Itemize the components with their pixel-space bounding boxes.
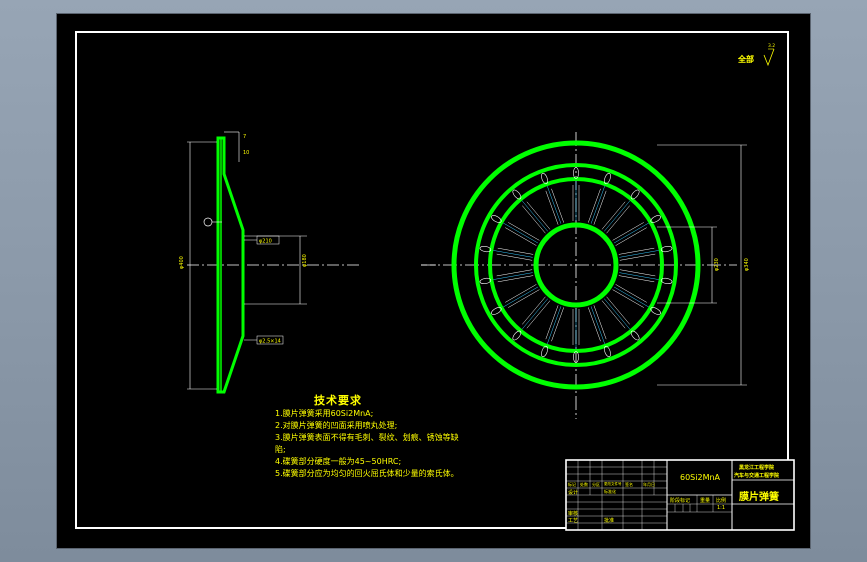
finger-slot-end xyxy=(650,215,661,223)
finger-slot-centerline xyxy=(619,272,659,280)
finger-slot-edge xyxy=(551,188,565,223)
finger-slot-edge xyxy=(497,275,534,283)
finger-slot-edge xyxy=(619,253,656,261)
finger-slot-end xyxy=(491,215,502,223)
finger-slot-edge xyxy=(593,190,607,225)
dim-label: φ340 xyxy=(744,258,750,271)
tb-weight-label: 重量 xyxy=(700,498,711,504)
tb-school-line2: 汽车与交通工程学院 xyxy=(734,473,780,479)
callout-label: φ210 xyxy=(259,239,272,245)
tb-school-line1: 黑龙江工程学院 xyxy=(739,465,775,471)
tb-material: 60Si2MnA xyxy=(680,473,721,482)
finger-slot-centerline xyxy=(619,250,659,258)
roughness-symbol xyxy=(763,48,775,67)
tb-part-name: 膜片弹簧 xyxy=(739,492,779,503)
finger-slot-edge xyxy=(618,275,655,283)
finger-slot-centerline xyxy=(590,185,605,224)
finger-slot-edge xyxy=(508,222,540,241)
tb-process-label: 工艺 xyxy=(568,518,579,524)
finger-slot-edge xyxy=(619,269,656,277)
tech-requirement-line-5: 4.碟簧部分硬度一般为45~50HRC; xyxy=(275,457,402,466)
tb-count-label: 处数 xyxy=(580,482,588,487)
front-view: φ230 φ340 xyxy=(421,132,750,419)
finger-slot-edge xyxy=(587,188,601,223)
callout-label: φ2.5×14 xyxy=(259,339,281,345)
finger-slot-end xyxy=(604,173,611,185)
finger-slot-edge xyxy=(545,305,559,340)
finger-slot-edge xyxy=(505,284,537,303)
datum-marker xyxy=(203,217,213,227)
finger-slot-end xyxy=(630,330,640,341)
finger-slot-end xyxy=(630,189,640,200)
finger-slot-edge xyxy=(615,284,647,303)
finger-slot-edge xyxy=(612,222,644,241)
tb-change-doc-label: 更改文件号 xyxy=(604,482,622,486)
dim-label: 7 xyxy=(243,134,246,140)
finger-slot-edge xyxy=(551,307,565,342)
finger-slot-centerline xyxy=(503,222,539,244)
dim-label: φ180 xyxy=(302,254,308,267)
dim-label: φ400 xyxy=(179,256,185,269)
finger-slot-end xyxy=(491,307,502,315)
tech-requirement-line-3: 3.膜片弹簧表面不得有毛刺、裂纹、划痕、锈蚀等缺 xyxy=(275,433,459,442)
tech-requirement-line-1: 1.膜片弹簧采用60Si2MnA; xyxy=(275,409,374,418)
drawing-sheet: φ400 7 10 φ180 φ210 φ2.5×14 φ230 φ340 3.… xyxy=(56,13,811,549)
dim-label: φ230 xyxy=(714,258,720,271)
finger-slot-edge xyxy=(612,289,644,308)
finger-slot-edge xyxy=(496,269,533,277)
finger-slot-end xyxy=(541,345,548,357)
tech-requirement-line-6: 5.碟簧部分应为均匀的回火屈氏体和少量的索氏体。 xyxy=(275,469,459,478)
finger-slot-centerline xyxy=(613,286,649,308)
finger-slot-centerline xyxy=(493,272,533,280)
finger-slot-end xyxy=(512,330,522,341)
finger-slot-centerline xyxy=(493,250,533,258)
finger-slot-centerline xyxy=(503,286,539,308)
tb-sign-label: 签名 xyxy=(625,482,633,487)
tb-design-label: 设计 xyxy=(568,490,579,496)
tb-date-label: 年月日 xyxy=(643,482,655,487)
finger-slot-edge xyxy=(508,289,540,308)
tb-scale-label: 比例 xyxy=(716,498,727,504)
finger-slot-edge xyxy=(545,190,559,225)
dim-label: 10 xyxy=(243,150,249,156)
tech-requirement-line-2: 2.对膜片弹簧的凹面采用喷丸处理; xyxy=(275,421,398,430)
tech-requirements-title: 技术要求 xyxy=(314,394,362,407)
tech-requirement-line-4: 陷; xyxy=(275,445,286,454)
finger-slot-end xyxy=(650,307,661,315)
finger-slot-end xyxy=(512,189,522,200)
tb-approve-label: 批准 xyxy=(604,518,615,524)
finger-slot-end xyxy=(604,345,611,357)
finger-slot-centerline xyxy=(590,306,605,345)
finger-slot-edge xyxy=(496,253,533,261)
roughness-value: 3.2 xyxy=(768,43,775,49)
side-view: φ400 7 10 φ180 φ210 φ2.5×14 xyxy=(179,131,437,394)
finger-slot-edge xyxy=(587,307,601,342)
tb-standard-label: 标准化 xyxy=(604,489,616,494)
tb-mark-label: 标记 xyxy=(568,482,576,487)
finger-slot-end xyxy=(541,173,548,185)
finger-slot-edge xyxy=(593,305,607,340)
finger-slot-centerline xyxy=(604,200,631,232)
finger-slot-centerline xyxy=(521,200,548,232)
corner-note: 全部 xyxy=(738,54,754,64)
finger-slot-edge xyxy=(505,227,537,246)
finger-slot-centerline xyxy=(547,306,562,345)
finger-slot-centerline xyxy=(604,298,631,330)
tb-review-label: 审核 xyxy=(568,511,579,517)
finger-slot-centerline xyxy=(521,298,548,330)
tb-zone-label: 分区 xyxy=(592,482,600,487)
finger-slot-centerline xyxy=(613,222,649,244)
tb-scale-value: 1:1 xyxy=(717,505,726,511)
finger-slot-edge xyxy=(615,227,647,246)
finger-slot-centerline xyxy=(547,185,562,224)
finger-slot-edge xyxy=(497,247,534,255)
tb-stage-label: 阶段标记 xyxy=(670,498,691,504)
finger-slot-edge xyxy=(618,247,655,255)
